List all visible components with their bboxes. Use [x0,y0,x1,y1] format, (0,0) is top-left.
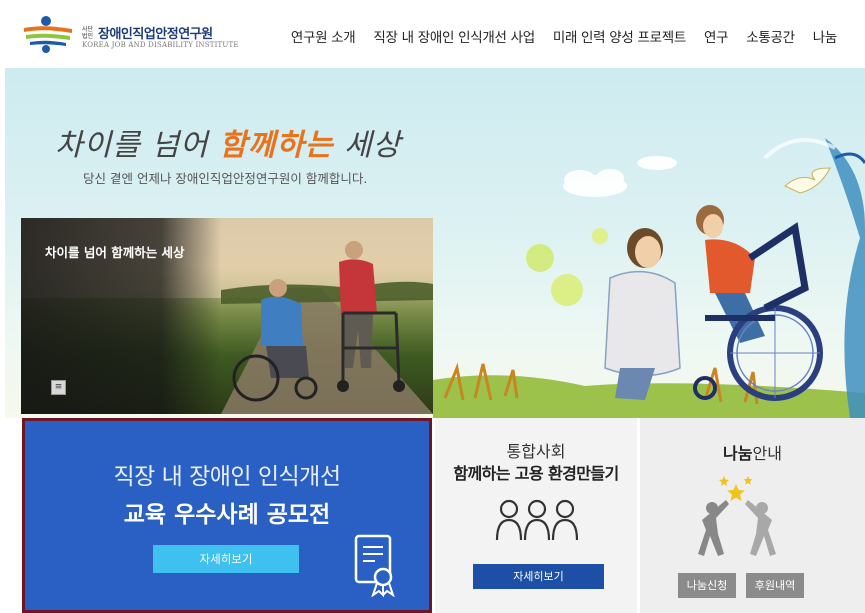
hero-subtitle: 당신 곁엔 언제나 장애인직업안정연구원이 함께합니다. [83,171,368,186]
contest-details-button[interactable]: 자세히보기 [153,545,299,573]
logo-icon [24,16,72,53]
slide-menu-button[interactable]: ≡ [51,380,66,395]
logo-title: 장애인직업안정연구원 [98,27,213,42]
contest-title-line1: 직장 내 장애인 인식개선 [113,464,341,490]
logo-subtitle: KOREA JOB AND DISABILITY INSTITUTE [82,41,239,49]
site-header: 사단 법인 장애인직업안정연구원 KOREA JOB AND DISABILIT… [0,0,865,68]
hero-title: 차이를 넘어 함께하는 세상 [55,120,401,164]
nav-item-community[interactable]: 소통공간 [746,26,795,46]
people-icon [495,499,579,541]
nav-item-future-talent[interactable]: 미래 인력 양성 프로젝트 [553,26,686,46]
nav-item-awareness[interactable]: 직장 내 장애인 인식개선 사업 [373,26,535,46]
logo-small-text: 사단 법인 [82,26,94,40]
main-nav: 연구원 소개 직장 내 장애인 인식개선 사업 미래 인력 양성 프로젝트 연구… [273,26,837,46]
hero-title-highlight: 함께하는 [219,128,334,163]
donation-history-button[interactable]: 후원내역 [746,573,804,598]
sharing-title: 나눔안내 [640,440,865,464]
sharing-apply-button[interactable]: 나눔신청 [678,573,736,598]
sharing-title-rest: 안내 [752,444,782,463]
nav-item-sharing[interactable]: 나눔 [813,26,838,46]
logo[interactable]: 사단 법인 장애인직업안정연구원 KOREA JOB AND DISABILIT… [22,14,242,54]
sharing-people-icon [698,476,776,556]
hero-photo[interactable]: 차이를 넘어 함께하는 세상 ≡ [21,218,433,414]
employment-details-button[interactable]: 자세히보기 [473,564,604,589]
certificate-icon [354,534,395,597]
photo-caption: 차이를 넘어 함께하는 세상 [45,245,185,260]
hero-title-part2: 세상 [333,128,402,163]
employment-card[interactable]: 통합사회 함께하는 고용 환경만들기 자세히보기 [435,418,637,613]
contest-card[interactable]: 직장 내 장애인 인식개선 교육 우수사례 공모전 자세히보기 [22,418,432,613]
employment-title-line2: 함께하는 고용 환경만들기 [453,464,619,483]
hero-banner: 차이를 넘어 함께하는 세상 당신 곁엔 언제나 장애인직업안정연구원이 함께합… [5,68,865,418]
employment-title-line1: 통합사회 [506,442,566,461]
nav-item-research[interactable]: 연구 [704,26,729,46]
hero-title-part1: 차이를 넘어 [55,128,220,163]
sharing-title-bold: 나눔 [723,444,753,463]
nav-item-about[interactable]: 연구원 소개 [291,26,356,46]
sharing-card[interactable]: 나눔안내 나눔신청 후원내역 [640,418,865,613]
contest-title-line2: 교육 우수사례 공모전 [123,502,331,528]
